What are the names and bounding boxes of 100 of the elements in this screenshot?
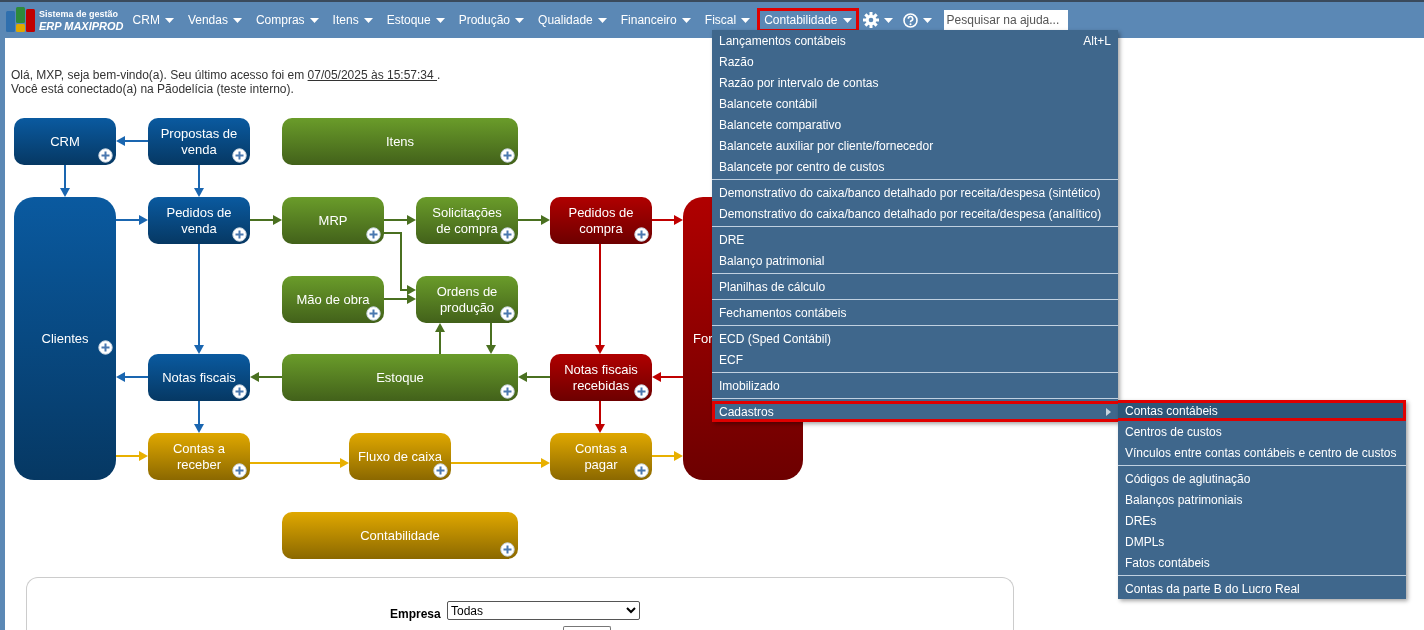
caret-icon — [883, 17, 893, 23]
flow-node[interactable]: Solicitações de compra — [416, 197, 518, 244]
field-label: Empresa — [390, 606, 441, 623]
caret-icon — [681, 17, 691, 23]
flow-node[interactable]: Notas fiscais recebidas — [550, 354, 652, 401]
menu-item[interactable]: Balancete por centro de custos — [712, 156, 1118, 177]
menu-item[interactable]: ECD (Sped Contábil) — [712, 328, 1118, 349]
last-access-link[interactable]: 07/05/2025 às 15:57:34 — [307, 68, 438, 82]
menu-item[interactable]: Centros de custos — [1118, 421, 1406, 442]
menu-item[interactable]: Contas contábeis — [1118, 400, 1406, 421]
help-icon — [902, 12, 918, 28]
menu-item[interactable]: Fechamentos contábeis — [712, 302, 1118, 323]
menu-item[interactable]: Demonstrativo do caixa/banco detalhado por receita/despesa (sintético) — [712, 182, 1118, 203]
nav-menu[interactable]: Itens — [325, 8, 380, 32]
flow-arrow — [383, 215, 416, 225]
flow-arrow — [517, 215, 550, 225]
flow-arrow — [651, 451, 683, 461]
flow-node[interactable]: MRP — [282, 197, 384, 244]
nav-menu[interactable]: Compras — [248, 8, 326, 32]
flow-arrow — [652, 372, 684, 382]
nav-menu[interactable]: Vendas — [180, 8, 249, 32]
menu-item[interactable]: Balanço patrimonial — [712, 250, 1118, 271]
menu-item[interactable]: Balancete auxiliar por cliente/fornecedor — [712, 135, 1118, 156]
add-icon[interactable] — [500, 306, 515, 321]
menu-item[interactable]: Balancete contábil — [712, 93, 1118, 114]
flow-node[interactable]: Contas a pagar — [550, 433, 652, 480]
flow-node[interactable]: Ordens de produção — [416, 276, 518, 323]
nav-menu[interactable]: Qualidade — [531, 8, 614, 32]
flow-node[interactable]: Pedidos de venda — [148, 197, 250, 244]
flow-node[interactable]: Propostas de venda — [148, 118, 250, 165]
nav-menu[interactable]: Fiscal — [697, 8, 758, 32]
caret-icon — [164, 17, 174, 23]
menu-item[interactable]: Cadastros — [712, 401, 1118, 422]
add-icon[interactable] — [232, 227, 247, 242]
flow-arrow — [595, 400, 605, 433]
add-icon[interactable] — [232, 384, 247, 399]
nav-menu[interactable]: Estoque — [379, 8, 452, 32]
menu-item[interactable]: Planilhas de cálculo — [712, 276, 1118, 297]
shortcut-label: Alt+L — [1083, 32, 1111, 50]
menu-item[interactable]: Lançamentos contábeis Alt+L — [712, 30, 1118, 51]
brand-name: ERP MAXIPROD — [39, 20, 124, 32]
menu-item[interactable]: Balancete comparativo — [712, 114, 1118, 135]
menu-item[interactable]: Vínculos entre contas contábeis e centro de custos — [1118, 442, 1406, 463]
input-field[interactable] — [563, 626, 611, 630]
add-icon[interactable] — [366, 306, 381, 321]
flow-arrow — [435, 323, 445, 355]
flow-node[interactable]: Contas a receber — [148, 433, 250, 480]
add-icon[interactable] — [366, 227, 381, 242]
flow-node[interactable]: Estoque — [282, 354, 518, 401]
menu-item[interactable]: ECF — [712, 349, 1118, 370]
flow-node[interactable]: Contabilidade — [282, 512, 518, 559]
add-icon[interactable] — [98, 340, 113, 355]
caret-icon — [597, 17, 607, 23]
nav-menu[interactable]: Produção — [451, 8, 532, 32]
flow-arrow — [115, 215, 148, 225]
nav-menu[interactable]: CRM — [125, 8, 181, 32]
flow-arrow — [194, 400, 204, 433]
menu-item[interactable]: Fatos contábeis — [1118, 552, 1406, 573]
add-icon[interactable] — [634, 384, 649, 399]
flow-arrow — [115, 451, 148, 461]
add-icon[interactable] — [634, 227, 649, 242]
caret-icon — [309, 17, 319, 23]
brand-caption: Sistema de gestão — [39, 8, 120, 20]
company-dropdown[interactable]: Todas — [447, 601, 640, 620]
flow-arrow — [249, 215, 282, 225]
flow-arrow — [651, 215, 683, 225]
flow-node[interactable]: Itens — [282, 118, 518, 165]
flow-node[interactable]: Notas fiscais — [148, 354, 250, 401]
flow-node[interactable]: Mão de obra — [282, 276, 384, 323]
menu-item[interactable]: Balanços patrimoniais — [1118, 489, 1406, 510]
caret-icon — [363, 17, 373, 23]
settings-icon — [862, 12, 879, 28]
flow-arrow — [250, 372, 283, 382]
menu-item[interactable]: Razão — [712, 51, 1118, 72]
caret-icon — [741, 17, 751, 23]
menu-item[interactable]: Códigos de aglutinação — [1118, 468, 1406, 489]
nav-menu[interactable]: Financeiro — [613, 8, 698, 32]
menu-item[interactable]: DMPLs — [1118, 531, 1406, 552]
caret-icon — [232, 17, 242, 23]
flow-arrow — [60, 164, 70, 197]
flow-arrow — [518, 372, 551, 382]
menu-item[interactable]: Contas da parte B do Lucro Real — [1118, 578, 1406, 599]
flow-node[interactable]: Fluxo de caixa — [349, 433, 451, 480]
search-field[interactable]: Pesquisar na ajuda... — [943, 10, 1068, 30]
flow-node[interactable]: CRM — [14, 118, 116, 165]
add-icon[interactable] — [500, 148, 515, 163]
add-icon[interactable] — [98, 148, 113, 163]
menu-item[interactable]: DREs — [1118, 510, 1406, 531]
submenu-arrow-icon — [1106, 407, 1111, 416]
menu-item[interactable]: Demonstrativo do caixa/banco detalhado por receita/despesa (analítico) — [712, 203, 1118, 224]
caret-icon — [515, 17, 525, 23]
menu-item[interactable]: DRE — [712, 229, 1118, 250]
caret-icon — [922, 17, 932, 23]
flow-node[interactable]: Pedidos de compra — [550, 197, 652, 244]
add-icon[interactable] — [500, 384, 515, 399]
add-icon[interactable] — [232, 148, 247, 163]
menu-item[interactable]: Razão por intervalo de contas — [712, 72, 1118, 93]
menu-item[interactable]: Imobilizado — [712, 375, 1118, 396]
add-icon[interactable] — [500, 227, 515, 242]
flow-node[interactable]: Clientes — [14, 197, 116, 480]
